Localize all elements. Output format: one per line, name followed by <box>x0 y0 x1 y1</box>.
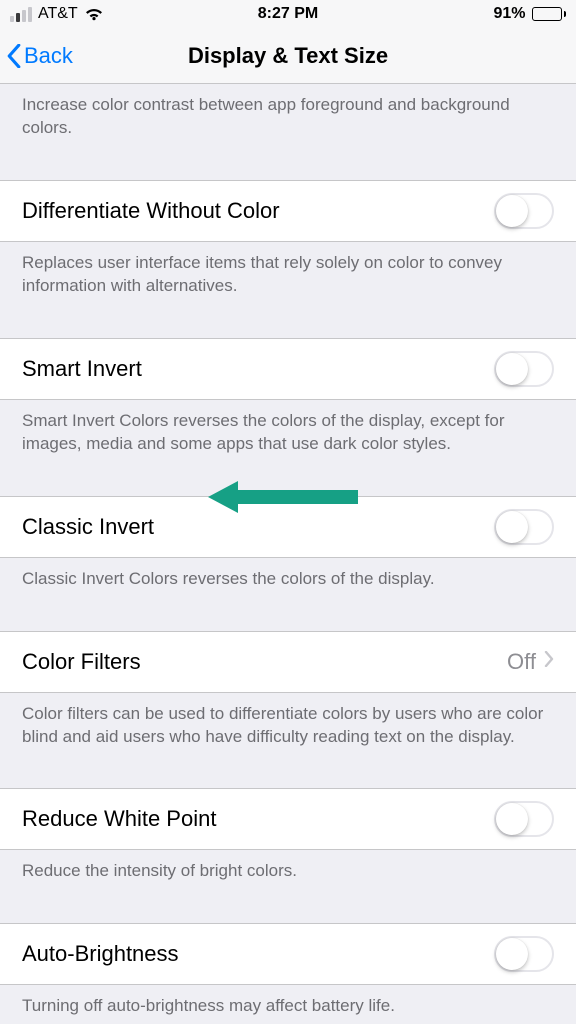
reduce-white-point-toggle[interactable] <box>494 801 554 837</box>
classic-invert-toggle[interactable] <box>494 509 554 545</box>
auto-brightness-footer: Turning off auto-brightness may affect b… <box>0 985 576 1024</box>
color-filters-footer: Color filters can be used to differentia… <box>0 693 576 763</box>
cell-label: Reduce White Point <box>22 806 216 832</box>
status-time: 8:27 PM <box>258 5 318 23</box>
smart-invert-cell[interactable]: Smart Invert <box>0 338 576 400</box>
classic-invert-cell[interactable]: Classic Invert <box>0 496 576 558</box>
chevron-right-icon <box>544 651 554 672</box>
back-label: Back <box>24 43 73 69</box>
chevron-left-icon <box>6 44 22 68</box>
page-title: Display & Text Size <box>188 43 388 69</box>
cell-label: Differentiate Without Color <box>22 198 280 224</box>
cell-label: Classic Invert <box>22 514 154 540</box>
color-filters-value: Off <box>507 649 536 675</box>
battery-icon <box>532 7 567 21</box>
differentiate-without-color-footer: Replaces user interface items that rely … <box>0 242 576 312</box>
contrast-footer: Increase color contrast between app fore… <box>0 84 576 154</box>
battery-percent: 91% <box>493 5 525 23</box>
differentiate-without-color-cell[interactable]: Differentiate Without Color <box>0 180 576 242</box>
status-bar: AT&T 8:27 PM 91% <box>0 0 576 28</box>
classic-invert-footer: Classic Invert Colors reverses the color… <box>0 558 576 605</box>
cell-label: Auto-Brightness <box>22 941 179 967</box>
nav-bar: Back Display & Text Size <box>0 28 576 84</box>
auto-brightness-cell[interactable]: Auto-Brightness <box>0 923 576 985</box>
auto-brightness-toggle[interactable] <box>494 936 554 972</box>
color-filters-cell[interactable]: Color Filters Off <box>0 631 576 693</box>
cell-label: Smart Invert <box>22 356 142 382</box>
wifi-icon <box>84 7 104 21</box>
reduce-white-point-cell[interactable]: Reduce White Point <box>0 788 576 850</box>
carrier-label: AT&T <box>38 5 78 23</box>
reduce-white-point-footer: Reduce the intensity of bright colors. <box>0 850 576 897</box>
cell-label: Color Filters <box>22 649 141 675</box>
back-button[interactable]: Back <box>0 43 73 69</box>
cellular-signal-icon <box>10 7 32 22</box>
smart-invert-footer: Smart Invert Colors reverses the colors … <box>0 400 576 470</box>
differentiate-without-color-toggle[interactable] <box>494 193 554 229</box>
smart-invert-toggle[interactable] <box>494 351 554 387</box>
